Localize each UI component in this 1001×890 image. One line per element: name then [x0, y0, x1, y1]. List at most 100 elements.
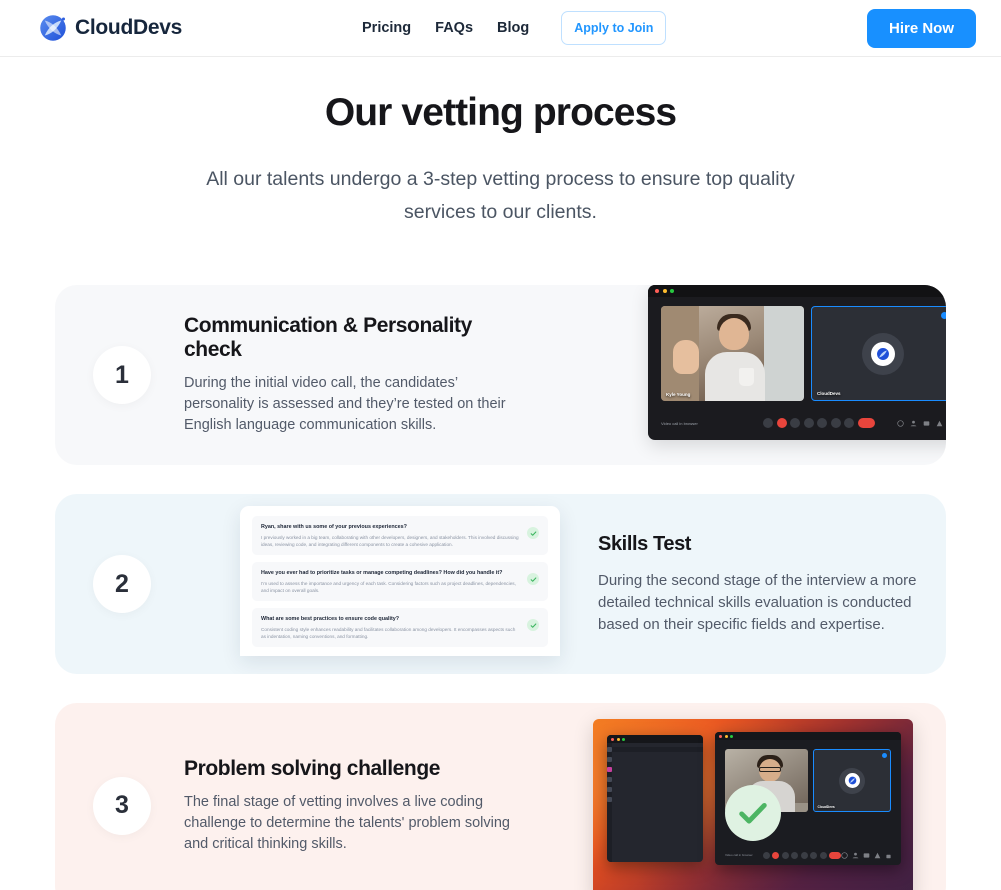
step-number-badge: 3 — [93, 776, 151, 835]
question-title: What are some best practices to ensure c… — [261, 616, 400, 622]
skills-test-mock: Ryan, share with us some of your previou… — [240, 506, 560, 656]
mic-button[interactable] — [762, 851, 770, 859]
step-title: Skills Test — [598, 532, 692, 555]
end-call-button[interactable] — [829, 851, 841, 859]
step-number-badge: 2 — [93, 555, 151, 613]
nav-link-faqs[interactable]: FAQs — [435, 20, 473, 36]
nav-link-pricing[interactable]: Pricing — [362, 20, 411, 36]
clouddevs-logo-icon — [848, 776, 857, 785]
info-icon[interactable] — [841, 851, 848, 859]
brand-name: CloudDevs — [75, 16, 182, 39]
question-row: Ryan, share with us some of your previou… — [252, 516, 548, 555]
activities-icon[interactable] — [874, 852, 881, 859]
participant-video-tile: Kyle Young — [661, 306, 804, 401]
record-button[interactable] — [810, 851, 817, 859]
check-icon — [527, 573, 539, 585]
people-icon[interactable] — [910, 420, 917, 427]
window-titlebar — [607, 735, 703, 743]
pin-icon — [882, 753, 887, 758]
green-check-icon — [725, 784, 781, 841]
window-titlebar — [715, 732, 901, 740]
hire-now-button[interactable]: Hire Now — [866, 8, 976, 48]
question-title: Ryan, share with us some of your previou… — [261, 524, 407, 530]
lock-icon[interactable] — [885, 852, 892, 859]
maximize-dot-icon — [730, 734, 733, 738]
info-icon[interactable] — [897, 419, 904, 427]
steps-list: 1 Communication & Personality check Duri… — [0, 285, 1001, 890]
camera-off-button[interactable] — [772, 851, 779, 859]
maximize-dot-icon — [622, 737, 625, 741]
emoji-button[interactable] — [791, 851, 798, 859]
brand-tile-name-label: CloudDevs — [817, 391, 841, 396]
record-button[interactable] — [830, 418, 841, 428]
window-titlebar — [648, 285, 946, 297]
step-text-block: Communication & Personality check During… — [184, 314, 544, 436]
call-toolbar: Video call in browser — [648, 406, 946, 440]
step-title: Communication & Personality check — [184, 314, 472, 361]
screen-share-button[interactable] — [800, 851, 808, 859]
participant-name-label: Kyle Young — [666, 392, 691, 397]
question-row: Have you ever had to prioritize tasks or… — [252, 562, 548, 601]
clouddevs-logo-icon — [876, 347, 889, 360]
maximize-dot-icon — [670, 289, 674, 293]
mic-button[interactable] — [763, 418, 774, 428]
chat-icon[interactable] — [923, 420, 930, 427]
check-icon — [527, 619, 539, 631]
main-nav: Pricing FAQs Blog Apply to Join — [362, 11, 667, 45]
step-card-2: 2 Ryan, share with us some of your previ… — [55, 494, 946, 674]
desktop-coding-mock: Kyle Young — [593, 719, 913, 890]
more-options-button[interactable] — [844, 418, 855, 428]
code-editor-window — [607, 735, 703, 862]
question-answer: I'm used to assess the importance and ur… — [261, 581, 516, 593]
grid-view-button[interactable] — [790, 418, 801, 428]
page-title: Our vetting process — [324, 91, 677, 134]
step-description: The final stage of vetting involves a li… — [184, 793, 510, 852]
avatar — [839, 767, 866, 794]
site-header: CloudDevs Pricing FAQs Blog Apply to Joi… — [0, 0, 1001, 57]
step-description: During the second stage of the interview… — [598, 571, 917, 633]
apply-to-join-button[interactable]: Apply to Join — [561, 11, 667, 45]
step-card-3: 3 Problem solving challenge The final st… — [55, 703, 946, 890]
call-status-text: Video call in browser — [661, 420, 698, 426]
step-number-badge: 1 — [93, 346, 151, 404]
close-dot-icon — [655, 289, 659, 293]
question-answer: I previously worked in a big team, colla… — [261, 535, 519, 547]
screen-share-button[interactable] — [817, 418, 828, 428]
minimize-dot-icon — [616, 737, 620, 741]
step-card-1: 1 Communication & Personality check Duri… — [55, 285, 946, 465]
call-toolbar: Video call in browser — [715, 848, 901, 862]
question-answer: Consistent coding style enhances readabi… — [261, 627, 516, 639]
step-description: During the initial video call, the candi… — [184, 375, 506, 433]
people-icon[interactable] — [852, 852, 859, 859]
close-dot-icon — [719, 734, 722, 738]
minimize-dot-icon — [662, 289, 667, 293]
chat-icon[interactable] — [863, 852, 870, 859]
clouddevs-logo-icon — [40, 15, 66, 41]
brand-tile-name-label: CloudDevs — [817, 805, 835, 809]
end-call-button[interactable] — [857, 418, 875, 428]
nav-link-blog[interactable]: Blog — [497, 20, 529, 36]
close-dot-icon — [611, 737, 614, 741]
brand-video-tile: CloudDevs — [813, 749, 891, 812]
question-title: Have you ever had to prioritize tasks or… — [261, 570, 503, 576]
brand-logo[interactable]: CloudDevs — [38, 13, 182, 43]
video-call-mock: Kyle Young CloudDevs Video call in brows… — [648, 285, 946, 440]
hero-section: Our vetting process All our talents unde… — [0, 57, 1001, 229]
step-title: Problem solving challenge — [184, 756, 441, 780]
brand-video-tile: CloudDevs — [811, 306, 946, 401]
emoji-button[interactable] — [803, 418, 814, 428]
check-icon — [527, 527, 539, 539]
camera-off-button[interactable] — [776, 418, 787, 428]
question-row: What are some best practices to ensure c… — [252, 608, 548, 647]
page-subtitle: All our talents undergo a 3-step vetting… — [206, 168, 795, 223]
minimize-dot-icon — [724, 734, 728, 738]
avatar — [861, 332, 904, 375]
activities-icon[interactable] — [936, 420, 943, 427]
editor-tab-bar[interactable] — [612, 747, 703, 752]
editor-code-area[interactable] — [612, 743, 703, 862]
call-status-text: Video call in browser — [725, 853, 753, 857]
more-options-button[interactable] — [819, 851, 827, 859]
grid-view-button[interactable] — [781, 851, 789, 859]
step-text-block: Skills Test During the second stage of t… — [598, 533, 946, 636]
step-text-block: Problem solving challenge The final stag… — [184, 757, 554, 855]
